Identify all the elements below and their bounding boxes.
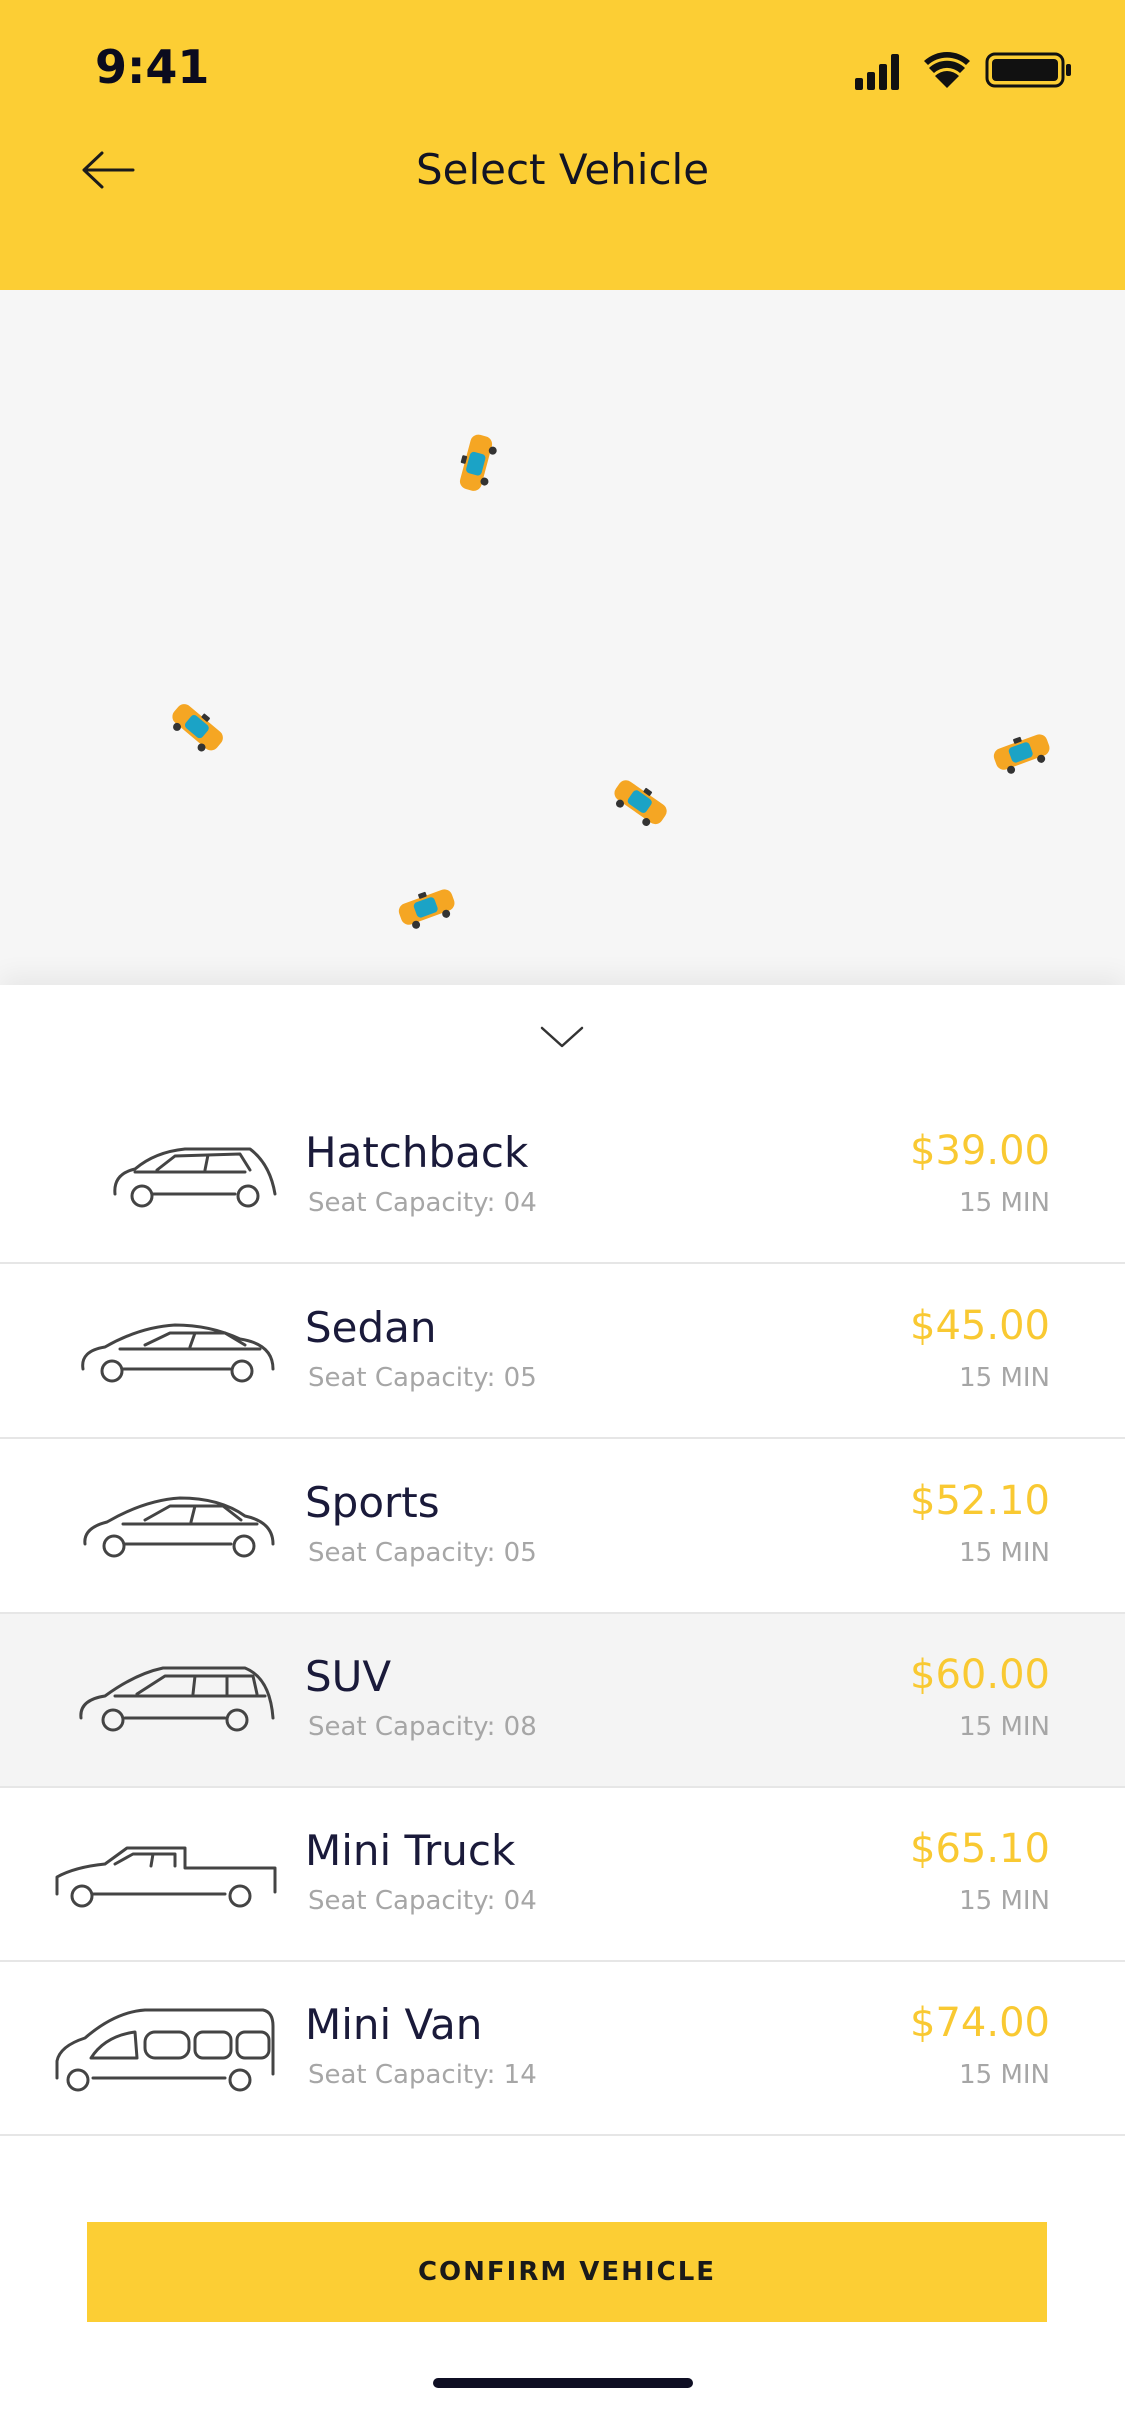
seat-capacity: Seat Capacity: 04	[308, 1188, 537, 1218]
vehicle-price: $60.00	[910, 1652, 1050, 1698]
signal-icon	[855, 54, 899, 90]
seat-capacity: Seat Capacity: 14	[308, 2060, 537, 2090]
vehicle-eta: 15 MIN	[959, 2060, 1050, 2090]
vehicle-price: $74.00	[910, 2000, 1050, 2046]
vehicle-row-sports[interactable]: Sports Seat Capacity: 05 $52.10 15 MIN	[0, 1440, 1125, 1614]
wifi-icon	[924, 52, 970, 88]
vehicle-eta: 15 MIN	[959, 1363, 1050, 1393]
vehicle-row-sedan[interactable]: Sedan Seat Capacity: 05 $45.00 15 MIN	[0, 1265, 1125, 1439]
taxi-marker-icon[interactable]	[986, 725, 1058, 781]
chevron-down-icon[interactable]	[538, 1020, 586, 1054]
header: 9:41 Select Vehicle	[0, 0, 1125, 290]
mini-truck-icon	[55, 1846, 277, 1908]
taxi-marker-icon[interactable]	[451, 427, 502, 498]
vehicle-row-mini-van[interactable]: Mini Van Seat Capacity: 14 $74.00 15 MIN	[0, 1962, 1125, 2136]
vehicle-row-suv[interactable]: SUV Seat Capacity: 08 $60.00 15 MIN	[0, 1614, 1125, 1788]
vehicle-eta: 15 MIN	[959, 1886, 1050, 1916]
suv-icon	[79, 1666, 275, 1732]
taxi-marker-icon[interactable]	[391, 880, 463, 936]
vehicle-name: Mini Van	[305, 2000, 483, 2049]
page-title: Select Vehicle	[415, 145, 710, 194]
status-time: 9:41	[95, 40, 210, 94]
vehicle-price: $65.10	[910, 1826, 1050, 1872]
seat-capacity: Seat Capacity: 05	[308, 1538, 537, 1568]
vehicle-eta: 15 MIN	[959, 1712, 1050, 1742]
vehicle-eta: 15 MIN	[959, 1538, 1050, 1568]
map[interactable]	[0, 290, 1125, 985]
confirm-vehicle-button[interactable]: CONFIRM VEHICLE	[87, 2222, 1047, 2322]
battery-icon	[985, 52, 1071, 88]
taxi-marker-icon[interactable]	[161, 694, 233, 763]
vehicle-price: $52.10	[910, 1478, 1050, 1524]
taxi-marker-icon[interactable]	[603, 770, 676, 836]
vehicle-name: Mini Truck	[305, 1826, 516, 1875]
seat-capacity: Seat Capacity: 05	[308, 1363, 537, 1393]
home-indicator[interactable]	[433, 2378, 693, 2388]
vehicle-row-mini-truck[interactable]: Mini Truck Seat Capacity: 04 $65.10 15 M…	[0, 1788, 1125, 1962]
hatchback-icon	[113, 1147, 277, 1208]
mini-van-icon	[55, 2008, 275, 2092]
vehicle-name: Hatchback	[305, 1128, 529, 1177]
vehicle-name: SUV	[305, 1652, 392, 1701]
vehicle-name: Sports	[305, 1478, 440, 1527]
sports-car-icon	[83, 1496, 275, 1558]
vehicle-price: $39.00	[910, 1128, 1050, 1174]
vehicle-eta: 15 MIN	[959, 1188, 1050, 1218]
sedan-icon	[81, 1323, 275, 1383]
vehicle-name: Sedan	[305, 1303, 437, 1352]
seat-capacity: Seat Capacity: 08	[308, 1712, 537, 1742]
status-icons	[855, 52, 1071, 90]
seat-capacity: Seat Capacity: 04	[308, 1886, 537, 1916]
vehicle-price: $45.00	[910, 1303, 1050, 1349]
vehicle-row-hatchback[interactable]: Hatchback Seat Capacity: 04 $39.00 15 MI…	[0, 1090, 1125, 1264]
